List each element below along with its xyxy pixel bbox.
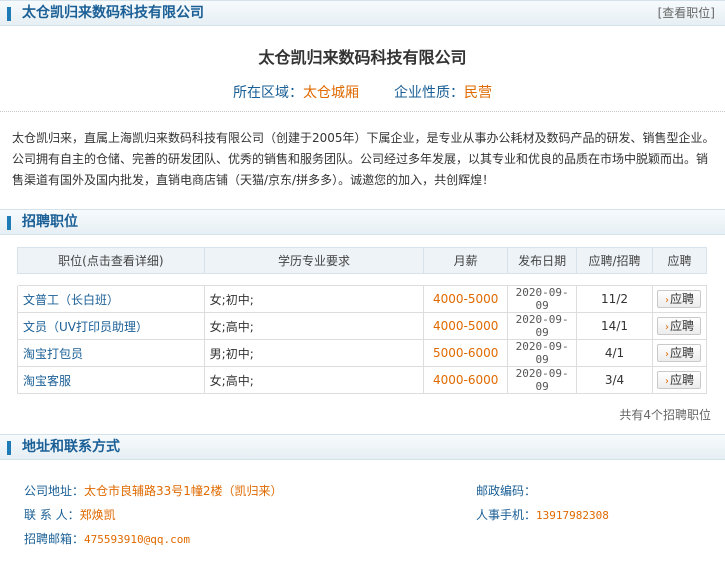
company-meta: 所在区域：太仓城厢 企业性质：民营: [0, 82, 725, 102]
job-title-link[interactable]: 淘宝客服: [17, 366, 205, 394]
mobile-value: 13917982308: [536, 509, 609, 522]
region-label: 所在区域：: [233, 85, 304, 101]
mobile-row: 人事手机：13917982308: [476, 506, 609, 523]
view-jobs-link[interactable]: [查看职位]: [658, 5, 715, 21]
job-salary: 4000-5000: [423, 285, 509, 313]
contact-person-row: 联 系 人：郑焕凯: [24, 506, 116, 523]
job-date: 2020-09-09: [507, 366, 578, 394]
arrow-right-icon: ›: [664, 349, 669, 360]
region-value: 太仓城厢: [303, 85, 360, 101]
apply-button[interactable]: ›应聘: [657, 317, 702, 335]
job-salary: 4000-5000: [423, 312, 509, 340]
job-salary: 4000-6000: [423, 366, 509, 394]
header-accent-bar: [7, 7, 11, 21]
jobs-accent-bar: [7, 216, 11, 230]
nature-label: 企业性质：: [393, 85, 464, 101]
job-requirements: 女;高中;: [203, 312, 425, 340]
jobs-table-header: 职位(点击查看详细) 学历专业要求 月薪 发布日期 应聘/招聘 应聘: [17, 247, 708, 274]
postcode-label: 邮政编码：: [476, 484, 537, 498]
contact-label: 联 系 人：: [24, 508, 80, 522]
email-value[interactable]: 475593910@qq.com: [84, 533, 190, 546]
address-label: 公司地址：: [24, 484, 85, 498]
col-header-requirements: 学历专业要求: [203, 247, 425, 274]
apply-button[interactable]: ›应聘: [657, 290, 702, 308]
job-date: 2020-09-09: [507, 285, 578, 313]
table-row: 淘宝打包员 男;初中; 5000-6000 2020-09-09 4/1 ›应聘: [17, 339, 708, 367]
postcode-row: 邮政编码：: [476, 482, 536, 499]
contact-accent-bar: [7, 441, 11, 455]
nature-value: 民营: [463, 85, 492, 101]
email-label: 招聘邮箱：: [24, 532, 85, 546]
job-ratio: 11/2: [576, 285, 653, 313]
email-row: 招聘邮箱：475593910@qq.com: [24, 530, 190, 547]
company-intro: 太仓凯归来，直属上海凯归来数码科技有限公司（创建于2005年）下属企业，是专业从…: [12, 131, 715, 187]
arrow-right-icon: ›: [664, 376, 669, 387]
job-date: 2020-09-09: [507, 339, 578, 367]
address-value: 太仓市良辅路33号1幢2楼（凯归来）: [84, 484, 283, 498]
job-title-link[interactable]: 文普工（长白班）: [17, 285, 205, 313]
job-ratio: 4/1: [576, 339, 653, 367]
job-date: 2020-09-09: [507, 312, 578, 340]
apply-button[interactable]: ›应聘: [657, 344, 702, 362]
arrow-right-icon: ›: [664, 322, 669, 333]
table-row: 文员（UV打印员助理） 女;高中; 4000-5000 2020-09-09 1…: [17, 312, 708, 340]
contact-value: 郑焕凯: [79, 508, 116, 522]
header-company-name: 太仓凯归来数码科技有限公司: [22, 5, 204, 21]
job-ratio: 14/1: [576, 312, 653, 340]
job-requirements: 男;初中;: [203, 339, 425, 367]
job-ratio: 3/4: [576, 366, 653, 394]
jobs-section-title: 招聘职位: [22, 214, 78, 230]
job-title-link[interactable]: 文员（UV打印员助理）: [17, 312, 205, 340]
contact-section-title: 地址和联系方式: [22, 439, 120, 455]
jobs-total: 共有4个招聘职位: [619, 408, 711, 422]
contact-section-header: 地址和联系方式: [0, 434, 725, 460]
table-row: 淘宝客服 女;高中; 4000-6000 2020-09-09 3/4 ›应聘: [17, 366, 708, 394]
job-requirements: 女;高中;: [203, 366, 425, 394]
col-header-date: 发布日期: [507, 247, 578, 274]
divider: [0, 111, 725, 112]
arrow-right-icon: ›: [664, 295, 669, 306]
apply-button[interactable]: ›应聘: [657, 371, 702, 389]
job-requirements: 女;初中;: [203, 285, 425, 313]
col-header-salary: 月薪: [423, 247, 509, 274]
jobs-table: 职位(点击查看详细) 学历专业要求 月薪 发布日期 应聘/招聘 应聘 文普工（长…: [17, 247, 708, 394]
col-header-ratio: 应聘/招聘: [576, 247, 653, 274]
address-row: 公司地址：太仓市良辅路33号1幢2楼（凯归来）: [24, 482, 283, 499]
company-name: 太仓凯归来数码科技有限公司: [258, 48, 467, 67]
job-title-link[interactable]: 淘宝打包员: [17, 339, 205, 367]
col-header-title: 职位(点击查看详细): [17, 247, 205, 274]
col-header-apply: 应聘: [651, 247, 708, 274]
company-header-bar: 太仓凯归来数码科技有限公司 [查看职位]: [0, 0, 725, 26]
jobs-section-header: 招聘职位: [0, 209, 725, 235]
table-row: 文普工（长白班） 女;初中; 4000-5000 2020-09-09 11/2…: [17, 285, 708, 313]
job-salary: 5000-6000: [423, 339, 509, 367]
mobile-label: 人事手机：: [476, 508, 537, 522]
